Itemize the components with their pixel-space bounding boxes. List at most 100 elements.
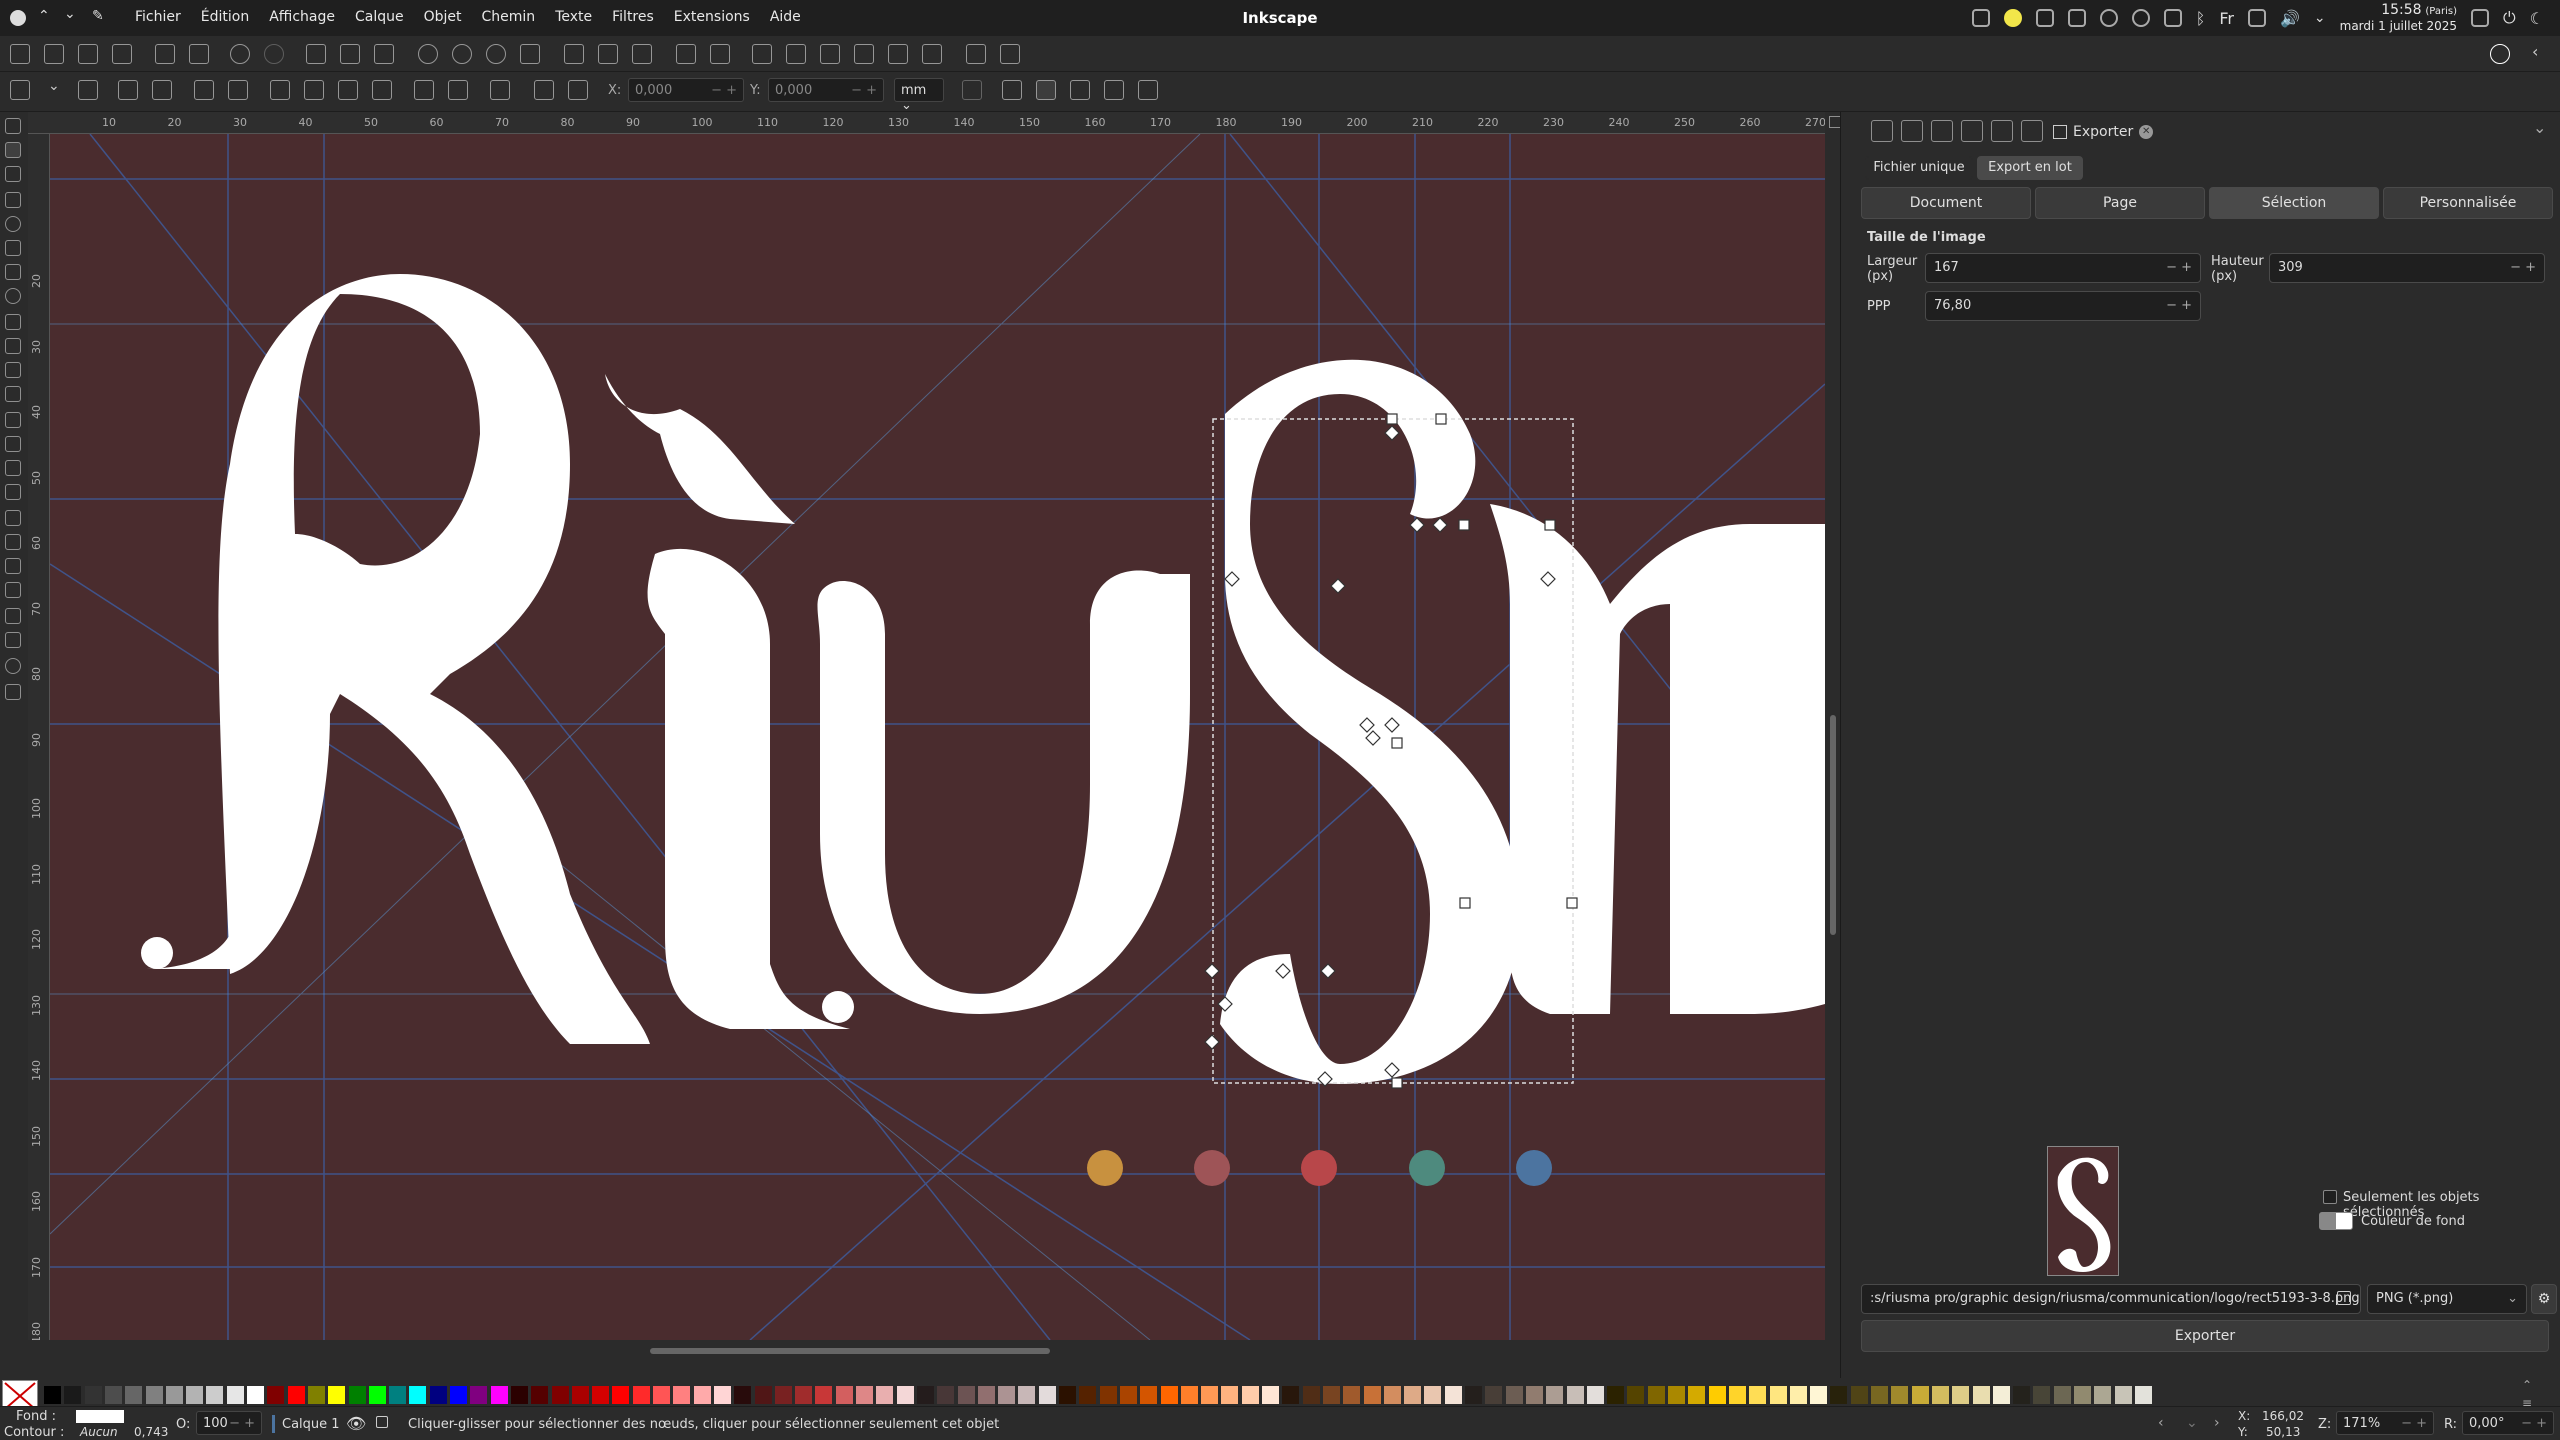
palette-swatch[interactable] — [1586, 1386, 1604, 1404]
show-mask-icon[interactable] — [1138, 80, 1158, 100]
bluetooth-icon[interactable]: ᛒ — [2196, 9, 2206, 28]
palette-swatch[interactable] — [1465, 1386, 1482, 1404]
export-tab[interactable]: Exporter ✕ — [2053, 120, 2154, 144]
clone-icon[interactable] — [598, 44, 618, 64]
pin-icon[interactable]: ✎ — [92, 8, 104, 24]
palette-swatch[interactable] — [165, 1386, 183, 1404]
palette-swatch[interactable] — [1728, 1386, 1746, 1404]
delete-node-icon[interactable] — [78, 80, 98, 100]
mesh-tool-icon[interactable] — [5, 436, 21, 452]
snap-toggle-icon[interactable] — [2490, 44, 2510, 64]
batch-export-tab[interactable]: Export en lot — [1977, 156, 2083, 180]
palette-swatch[interactable] — [1546, 1386, 1564, 1404]
palette-swatch[interactable] — [734, 1386, 752, 1404]
break-path-icon[interactable] — [152, 80, 172, 100]
palette-swatch[interactable] — [1262, 1386, 1279, 1404]
rectangle-tool-icon[interactable] — [5, 192, 21, 208]
star-tool-icon[interactable] — [5, 240, 21, 256]
document-properties-icon[interactable] — [1000, 44, 1020, 64]
objects-icon[interactable] — [888, 44, 908, 64]
format-select[interactable]: PNG (*.png) ⌄ — [2367, 1284, 2527, 1314]
palette-swatch[interactable] — [1830, 1386, 1848, 1404]
insert-node-icon[interactable] — [10, 80, 30, 100]
palette-swatch[interactable] — [2134, 1386, 2152, 1404]
import-icon[interactable] — [155, 44, 175, 64]
palette-swatch[interactable] — [1383, 1386, 1401, 1404]
pencil-tool-icon[interactable] — [5, 314, 21, 330]
palette-swatch[interactable] — [1708, 1386, 1726, 1404]
lpe-tool-icon[interactable] — [5, 608, 21, 624]
palette-swatch[interactable] — [247, 1386, 264, 1404]
text-font-icon[interactable] — [786, 44, 806, 64]
palette-swatch[interactable] — [795, 1386, 813, 1404]
palette-swatch[interactable] — [774, 1386, 792, 1404]
mail-icon[interactable] — [2035, 9, 2054, 27]
palette-swatch[interactable] — [1140, 1386, 1158, 1404]
palette-swatch[interactable] — [977, 1386, 995, 1404]
palette-swatch[interactable] — [44, 1386, 61, 1404]
volume-icon[interactable]: 🔊 — [2280, 9, 2300, 28]
palette-swatch[interactable] — [1221, 1386, 1239, 1404]
palette-swatch[interactable] — [612, 1386, 630, 1404]
palette-swatch[interactable] — [125, 1386, 143, 1404]
zoom-selection-icon[interactable] — [418, 44, 438, 64]
calendar-icon[interactable] — [2067, 9, 2086, 27]
palette-swatch[interactable] — [653, 1386, 670, 1404]
palette-swatch[interactable] — [1180, 1386, 1198, 1404]
palette-swatch[interactable] — [2114, 1386, 2132, 1404]
ellipse-tool-icon[interactable] — [5, 216, 21, 232]
menu-texte[interactable]: Texte — [555, 9, 592, 25]
rotation-input[interactable]: 0,00° − + — [2462, 1411, 2554, 1435]
palette-swatch[interactable] — [1972, 1386, 1990, 1404]
xml-tab-icon[interactable] — [1991, 120, 2013, 142]
palette-swatch[interactable] — [896, 1386, 914, 1404]
save-icon[interactable] — [78, 44, 98, 64]
duplicate-icon[interactable] — [564, 44, 584, 64]
palette-swatch[interactable] — [1505, 1386, 1523, 1404]
show-outline-icon[interactable] — [1002, 80, 1022, 100]
width-input[interactable]: 167− + — [1925, 253, 2201, 283]
show-handles-icon[interactable] — [1036, 80, 1056, 100]
zoom-tool-icon[interactable] — [5, 658, 21, 674]
stroke-value[interactable]: Aucun — [80, 1425, 118, 1439]
palette-swatch[interactable] — [673, 1386, 691, 1404]
paste-icon[interactable] — [374, 44, 394, 64]
palette-swatch[interactable] — [876, 1386, 894, 1404]
palette-swatch[interactable] — [531, 1386, 549, 1404]
menu-affichage[interactable]: Affichage — [269, 9, 335, 25]
palette-swatch[interactable] — [84, 1386, 102, 1404]
font-icon[interactable]: Fr — [2219, 9, 2234, 28]
palette-swatch[interactable] — [1627, 1386, 1645, 1404]
palette-swatch[interactable] — [1485, 1386, 1503, 1404]
palette-swatch[interactable] — [490, 1386, 508, 1404]
tray-chevron-icon[interactable]: ⌄ — [2314, 10, 2326, 26]
tweak-tool-icon[interactable] — [5, 166, 21, 182]
palette-swatch[interactable] — [226, 1386, 244, 1404]
chevron-down-icon[interactable]: ⌄ — [64, 6, 76, 22]
palette-swatch[interactable] — [957, 1386, 975, 1404]
palette-swatch[interactable] — [1201, 1386, 1219, 1404]
palette-swatch[interactable] — [632, 1386, 650, 1404]
transform-tab-icon[interactable] — [1871, 120, 1893, 142]
palette-swatch[interactable] — [754, 1386, 772, 1404]
palette-swatch[interactable] — [1038, 1386, 1056, 1404]
lock-icon[interactable] — [2471, 9, 2489, 27]
zoom-page-icon[interactable] — [486, 44, 506, 64]
copy-icon[interactable] — [306, 44, 326, 64]
print-icon[interactable] — [112, 44, 132, 64]
menu-filtres[interactable]: Filtres — [612, 9, 654, 25]
palette-swatch[interactable] — [1322, 1386, 1340, 1404]
node-auto-icon[interactable] — [372, 80, 392, 100]
palette-swatch[interactable] — [1444, 1386, 1462, 1404]
delete-segment-icon[interactable] — [228, 80, 248, 100]
area-document-button[interactable]: Document — [1861, 187, 2031, 219]
area-selection-button[interactable]: Sélection — [2209, 187, 2379, 219]
palette-swatch[interactable] — [713, 1386, 731, 1404]
pages-tool-icon[interactable] — [5, 684, 21, 700]
cut-icon[interactable] — [340, 44, 360, 64]
palette-swatch[interactable] — [267, 1386, 285, 1404]
steam-icon[interactable] — [2099, 9, 2118, 27]
palette-swatch[interactable] — [409, 1386, 427, 1404]
horizontal-ruler[interactable]: 10 20 30 40 50 60 70 80 90 100 110 120 130 140 150 160 1… — [28, 112, 1825, 134]
unlink-clone-icon[interactable] — [632, 44, 652, 64]
